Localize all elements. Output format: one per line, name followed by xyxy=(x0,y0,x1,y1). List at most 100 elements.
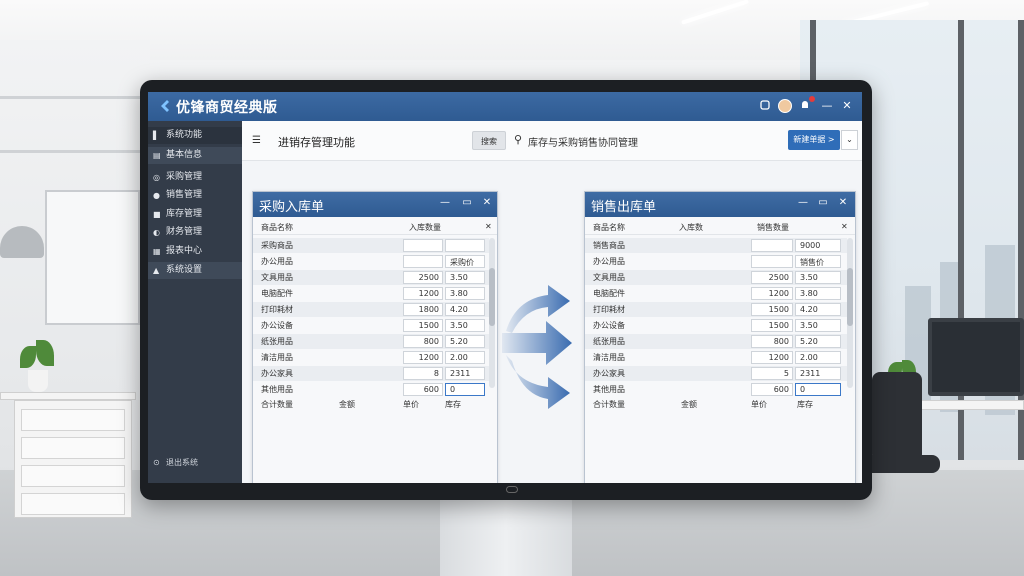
price-field[interactable]: 0 xyxy=(795,383,841,396)
price-field[interactable]: 2.00 xyxy=(445,351,485,364)
quantity-field[interactable]: 8 xyxy=(403,367,443,380)
price-field[interactable]: 采购价 xyxy=(445,255,485,268)
price-field[interactable]: 0 xyxy=(445,383,485,396)
item-name: 办公设备 xyxy=(593,321,625,330)
quantity-field[interactable]: 1800 xyxy=(403,303,443,316)
price-value: 2311 xyxy=(800,369,821,378)
quantity-field[interactable]: 800 xyxy=(751,335,793,348)
table-row[interactable]: 打印耗材 1800 4.20 xyxy=(253,302,489,317)
summary-row: 合计数量 金额 单价 库存 xyxy=(593,400,813,409)
table-row[interactable]: 清洁用品 1200 2.00 xyxy=(253,350,489,365)
quantity-field[interactable]: 600 xyxy=(751,383,793,396)
dialog-header: 采购入库单 — ▭ ✕ xyxy=(253,192,497,217)
quantity-field[interactable]: 5 xyxy=(751,367,793,380)
price-field[interactable]: 3.80 xyxy=(795,287,841,300)
quantity-field[interactable] xyxy=(751,255,793,268)
quantity-field[interactable]: 1500 xyxy=(403,319,443,332)
sidebar-item-basic-info[interactable]: ▤ 基本信息 xyxy=(148,147,242,164)
close-icon[interactable]: ✕ xyxy=(481,197,493,208)
table-row[interactable]: 纸张用品 800 5.20 xyxy=(585,334,847,349)
table-row[interactable]: 销售商品 9000 xyxy=(585,238,847,253)
table-row[interactable]: 办公用品 销售价 xyxy=(585,254,847,269)
menu-icon: ▌ xyxy=(153,131,160,140)
quantity-value: 2500 xyxy=(418,273,439,282)
maximize-icon[interactable]: ▭ xyxy=(817,197,829,208)
sidebar-item-report[interactable]: ▦ 报表中心 xyxy=(148,243,242,260)
quantity-field[interactable]: 800 xyxy=(403,335,443,348)
table-row[interactable]: 办公设备 1500 3.50 xyxy=(585,318,847,333)
close-icon[interactable]: ✕ xyxy=(840,99,854,113)
power-indicator xyxy=(506,486,518,493)
price-field[interactable]: 2311 xyxy=(795,367,841,380)
item-name: 办公用品 xyxy=(593,257,625,266)
settings-icon[interactable] xyxy=(758,99,772,113)
search-button[interactable]: 搜索 xyxy=(472,131,506,150)
price-field[interactable]: 4.20 xyxy=(445,303,485,316)
minimize-icon[interactable]: — xyxy=(439,197,451,208)
minimize-icon[interactable]: — xyxy=(820,99,834,113)
price-field[interactable]: 2311 xyxy=(445,367,485,380)
table-row[interactable]: 其他用品 600 0 xyxy=(253,382,489,397)
menu-icon[interactable]: ☰ xyxy=(252,135,261,146)
table-row[interactable]: 电脑配件 1200 3.80 xyxy=(585,286,847,301)
price-field[interactable]: 3.50 xyxy=(445,271,485,284)
price-field[interactable]: 3.80 xyxy=(445,287,485,300)
price-field[interactable]: 3.50 xyxy=(445,319,485,332)
quantity-field[interactable] xyxy=(403,255,443,268)
sidebar-item-finance[interactable]: ◐ 财务管理 xyxy=(148,224,242,241)
table-row[interactable]: 办公用品 采购价 xyxy=(253,254,489,269)
price-field[interactable]: 5.20 xyxy=(445,335,485,348)
sidebar-logout[interactable]: ⊙ 退出系统 xyxy=(148,454,242,471)
price-field[interactable]: 3.50 xyxy=(795,319,841,332)
table-row[interactable]: 电脑配件 1200 3.80 xyxy=(253,286,489,301)
price-value: 5.20 xyxy=(800,337,818,346)
notification-icon[interactable] xyxy=(798,96,815,113)
item-name: 纸张用品 xyxy=(261,337,293,346)
table-row[interactable]: 办公家具 8 2311 xyxy=(253,366,489,381)
sidebar-item-inventory[interactable]: ■ 库存管理 xyxy=(148,206,242,223)
quantity-field[interactable]: 1200 xyxy=(751,287,793,300)
price-field[interactable]: 销售价 xyxy=(795,255,841,268)
price-field[interactable]: 4.20 xyxy=(795,303,841,316)
price-field[interactable]: 3.50 xyxy=(795,271,841,284)
new-document-button[interactable]: 新建单据 > xyxy=(788,130,840,150)
quantity-field[interactable]: 600 xyxy=(403,383,443,396)
quantity-field[interactable]: 2500 xyxy=(403,271,443,284)
quantity-field[interactable]: 1200 xyxy=(751,351,793,364)
maximize-icon[interactable]: ▭ xyxy=(461,197,473,208)
chevron-down-icon[interactable]: ⌄ xyxy=(841,130,858,150)
search-icon[interactable]: ⚲ xyxy=(514,133,522,146)
quantity-field[interactable]: 1500 xyxy=(751,303,793,316)
table-row[interactable]: 采购商品 xyxy=(253,238,489,253)
table-row[interactable]: 清洁用品 1200 2.00 xyxy=(585,350,847,365)
table-row[interactable]: 办公设备 1500 3.50 xyxy=(253,318,489,333)
table-row[interactable]: 文具用品 2500 3.50 xyxy=(253,270,489,285)
price-value: 5.20 xyxy=(450,337,468,346)
quantity-field[interactable]: 2500 xyxy=(751,271,793,284)
sidebar-item-settings[interactable]: ▲ 系统设置 xyxy=(148,262,242,279)
sidebar-item-purchase[interactable]: ◎ 采购管理 xyxy=(148,169,242,186)
minimize-icon[interactable]: — xyxy=(797,197,809,208)
price-field[interactable] xyxy=(445,239,485,252)
quantity-field[interactable] xyxy=(403,239,443,252)
price-field[interactable]: 5.20 xyxy=(795,335,841,348)
table-row[interactable]: 其他用品 600 0 xyxy=(585,382,847,397)
sidebar-item-system[interactable]: ▌ 系统功能 xyxy=(148,127,242,144)
quantity-field[interactable]: 1200 xyxy=(403,287,443,300)
user-avatar[interactable] xyxy=(778,99,792,113)
sales-icon: ● xyxy=(153,191,160,200)
quantity-field[interactable]: 1200 xyxy=(403,351,443,364)
table-row[interactable]: 办公家具 5 2311 xyxy=(585,366,847,381)
quantity-field[interactable]: 1500 xyxy=(751,319,793,332)
table-row[interactable]: 打印耗材 1500 4.20 xyxy=(585,302,847,317)
price-field[interactable]: 2.00 xyxy=(795,351,841,364)
scrollbar[interactable] xyxy=(847,238,853,388)
price-field[interactable]: 9000 xyxy=(795,239,841,252)
table-row[interactable]: 文具用品 2500 3.50 xyxy=(585,270,847,285)
quantity-value: 1500 xyxy=(768,305,789,314)
close-icon[interactable]: ✕ xyxy=(837,197,849,208)
sidebar-item-sales[interactable]: ● 销售管理 xyxy=(148,187,242,204)
table-row[interactable]: 纸张用品 800 5.20 xyxy=(253,334,489,349)
quantity-field[interactable] xyxy=(751,239,793,252)
scrollbar[interactable] xyxy=(489,238,495,388)
